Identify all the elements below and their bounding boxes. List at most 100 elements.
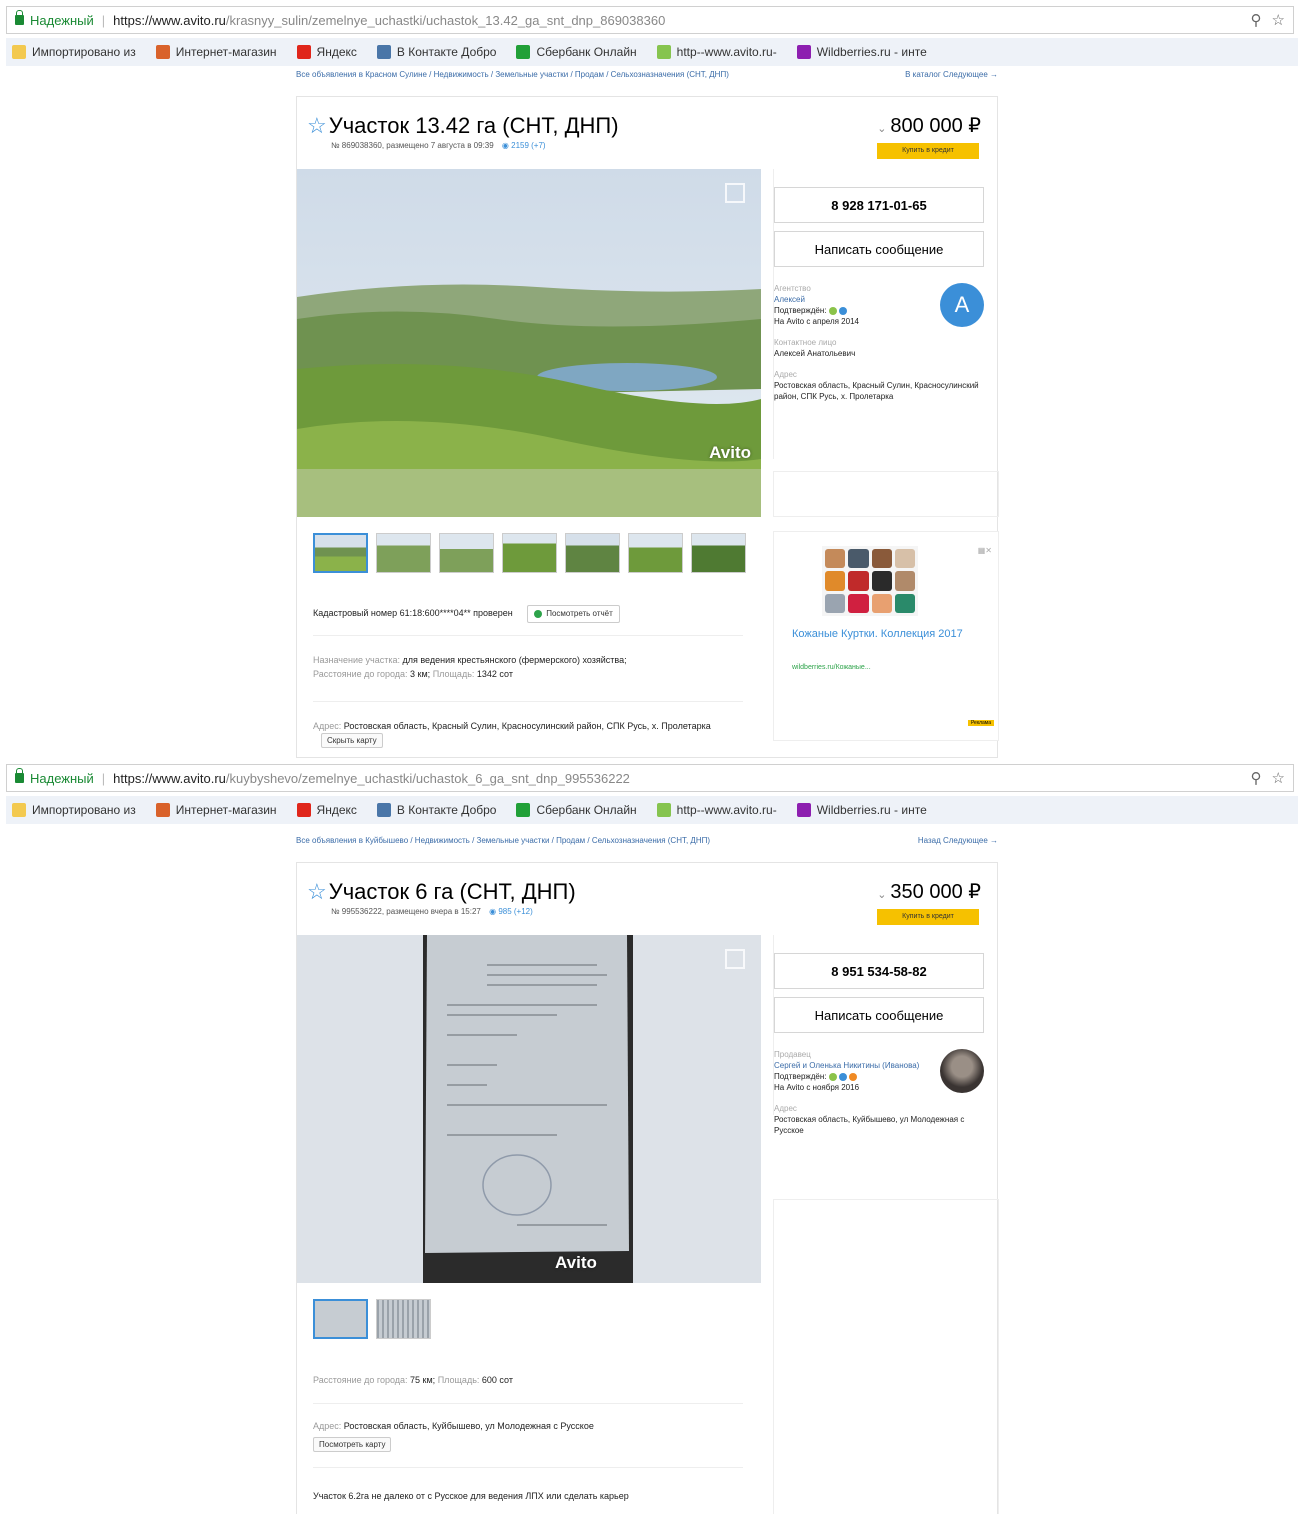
bookmark-item[interactable]: http--www.avito.ru- xyxy=(656,45,777,59)
listing-card: ☆ Участок 13.42 га (СНТ, ДНП) № 86903836… xyxy=(296,96,999,758)
report-label: Посмотреть отчёт xyxy=(546,609,613,618)
area-label: Площадь: xyxy=(437,1375,480,1385)
url-actions: ⚲ ☆ xyxy=(1251,769,1285,787)
bookmark-label: http--www.avito.ru- xyxy=(676,45,777,59)
seller-sidebar: 8 951 534-58-82 Написать сообщение Прода… xyxy=(773,935,999,1135)
ad-tag: Реклама xyxy=(967,720,994,726)
main-photo[interactable]: Avito xyxy=(297,935,761,1283)
price: ⌄ 800 000 ₽ xyxy=(877,113,981,138)
check-icon xyxy=(534,609,543,618)
phone-button[interactable]: 8 928 171-01-65 xyxy=(774,187,984,223)
main-photo[interactable]: Avito xyxy=(297,169,761,517)
bookmark-star-icon[interactable]: ☆ xyxy=(1272,11,1285,29)
secure-label: Надежный xyxy=(30,770,94,786)
divider xyxy=(313,701,743,702)
bookmark-star-icon[interactable]: ☆ xyxy=(1272,769,1285,787)
phone-button[interactable]: 8 951 534-58-82 xyxy=(774,953,984,989)
thumbnail[interactable] xyxy=(313,533,368,573)
bookmark-item[interactable]: Интернет-магазин xyxy=(155,45,277,59)
price-value: 800 000 ₽ xyxy=(890,115,981,137)
listing-title: ☆ Участок 6 га (СНТ, ДНП) xyxy=(307,879,576,905)
write-message-button[interactable]: Написать сообщение xyxy=(774,231,984,267)
area-value: 1342 сот xyxy=(476,669,513,679)
purpose-row: Назначение участка: для ведения крестьян… xyxy=(313,653,743,667)
credit-button[interactable]: Купить в кредит xyxy=(877,143,979,159)
area-value: 600 сот xyxy=(481,1375,513,1385)
bookmark-item[interactable]: Сбербанк Онлайн xyxy=(516,45,637,59)
bookmark-item[interactable]: Яндекс xyxy=(296,45,357,59)
view-map-button[interactable]: Посмотреть карту xyxy=(313,1437,392,1452)
ad-title[interactable]: Кожаные Куртки. Коллекция 2017 xyxy=(792,626,982,642)
bookmark-item[interactable]: В Контакте Добро xyxy=(376,803,496,817)
bookmark-item[interactable]: Wildberries.ru - инте xyxy=(796,45,927,59)
bookmark-label: Яндекс xyxy=(316,45,357,59)
vk-icon xyxy=(376,45,391,59)
fullscreen-icon[interactable] xyxy=(725,949,745,969)
thumbnail[interactable] xyxy=(439,533,494,573)
bookmark-item[interactable]: Интернет-магазин xyxy=(155,803,277,817)
cadastral-row: Кадастровый номер 61:18:600****04** пров… xyxy=(313,605,743,623)
zoom-icon[interactable]: ⚲ xyxy=(1251,769,1262,787)
thumbnail[interactable] xyxy=(376,533,431,573)
fullscreen-icon[interactable] xyxy=(725,183,745,203)
thumbnail-strip xyxy=(313,533,746,573)
bookmark-item[interactable]: Импортировано из xyxy=(12,45,136,59)
hide-map-button[interactable]: Скрыть карту xyxy=(321,733,383,748)
secure-label: Надежный xyxy=(30,12,94,28)
address-row: Адрес: Ростовская область, Куйбышево, ул… xyxy=(313,1419,743,1452)
address-bar[interactable]: Надежный | https://www.avito.ru /krasnyy… xyxy=(6,6,1294,34)
wildberries-icon xyxy=(796,45,811,59)
bookmark-item[interactable]: http--www.avito.ru- xyxy=(656,803,777,817)
bookmark-item[interactable]: Яндекс xyxy=(296,803,357,817)
favorite-star-icon[interactable]: ☆ xyxy=(307,113,327,139)
params-block: Расстояние до города: 75 км; Площадь: 60… xyxy=(313,1373,743,1387)
purpose-label: Назначение участка: xyxy=(313,655,400,665)
thumbnail[interactable] xyxy=(628,533,683,573)
folder-icon xyxy=(12,45,26,59)
breadcrumb-path[interactable]: Все объявления в Куйбышево / Недвижимост… xyxy=(296,836,710,845)
yandex-icon xyxy=(296,803,311,817)
seller-name-link[interactable]: Сергей и Оленька Никитины (Иванова) xyxy=(774,1060,924,1071)
breadcrumb-path[interactable]: Все объявления в Красном Сулине / Недвиж… xyxy=(296,70,729,79)
bookmark-item[interactable]: Импортировано из xyxy=(12,803,136,817)
thumbnail[interactable] xyxy=(313,1299,368,1339)
listing-meta: № 869038360, размещено 7 августа в 09:39… xyxy=(331,141,546,150)
ad-close-icon[interactable]: ▦✕ xyxy=(978,546,992,555)
bookmark-item[interactable]: Сбербанк Онлайн xyxy=(516,803,637,817)
avatar[interactable] xyxy=(940,1049,984,1093)
empty-block xyxy=(773,471,999,517)
empty-block xyxy=(773,1199,999,1514)
title-text: Участок 6 га (СНТ, ДНП) xyxy=(328,879,576,904)
price-history-icon[interactable]: ⌄ xyxy=(877,123,886,135)
listing-title: ☆ Участок 13.42 га (СНТ, ДНП) xyxy=(307,113,619,139)
listing-number: № 995536222, размещено вчера в 15:27 xyxy=(331,907,481,916)
catalog-nav[interactable]: Назад Следующее → xyxy=(918,836,998,845)
credit-button[interactable]: Купить в кредит xyxy=(877,909,979,925)
verified-label: Подтверждён: xyxy=(774,1072,827,1081)
thumbnail[interactable] xyxy=(502,533,557,573)
avito-watermark: Avito xyxy=(555,1253,597,1272)
favorite-star-icon[interactable]: ☆ xyxy=(307,879,327,905)
write-message-button[interactable]: Написать сообщение xyxy=(774,997,984,1033)
price-history-icon[interactable]: ⌄ xyxy=(877,889,886,901)
avito-icon xyxy=(656,803,671,817)
address-label: Адрес: xyxy=(313,721,342,731)
thumbnail[interactable] xyxy=(691,533,746,573)
thumbnail[interactable] xyxy=(565,533,620,573)
view-report-button[interactable]: Посмотреть отчёт xyxy=(527,605,620,623)
address-bar[interactable]: Надежный | https://www.avito.ru /kuybysh… xyxy=(6,764,1294,792)
thumbnail[interactable] xyxy=(376,1299,431,1339)
avatar[interactable]: A xyxy=(940,283,984,327)
bookmark-label: Сбербанк Онлайн xyxy=(536,45,637,59)
zoom-icon[interactable]: ⚲ xyxy=(1251,11,1262,29)
catalog-nav[interactable]: В каталог Следующее → xyxy=(905,70,998,79)
url-path: /kuybyshevo/zemelnye_uchastki/uchastok_6… xyxy=(225,770,630,786)
price: ⌄ 350 000 ₽ xyxy=(877,879,981,904)
lock-icon xyxy=(15,768,24,783)
bookmark-item[interactable]: Wildberries.ru - инте xyxy=(796,803,927,817)
bookmark-item[interactable]: В Контакте Добро xyxy=(376,45,496,59)
ad-banner[interactable]: ▦✕ Кожаные Куртки. Коллекция 2017 wildbe… xyxy=(773,531,999,741)
address-line: Адрес: Ростовская область, Куйбышево, ул… xyxy=(313,1419,743,1433)
avito-watermark: Avito xyxy=(709,443,751,462)
ad-domain: wildberries.ru/Кожаные... xyxy=(792,664,871,671)
